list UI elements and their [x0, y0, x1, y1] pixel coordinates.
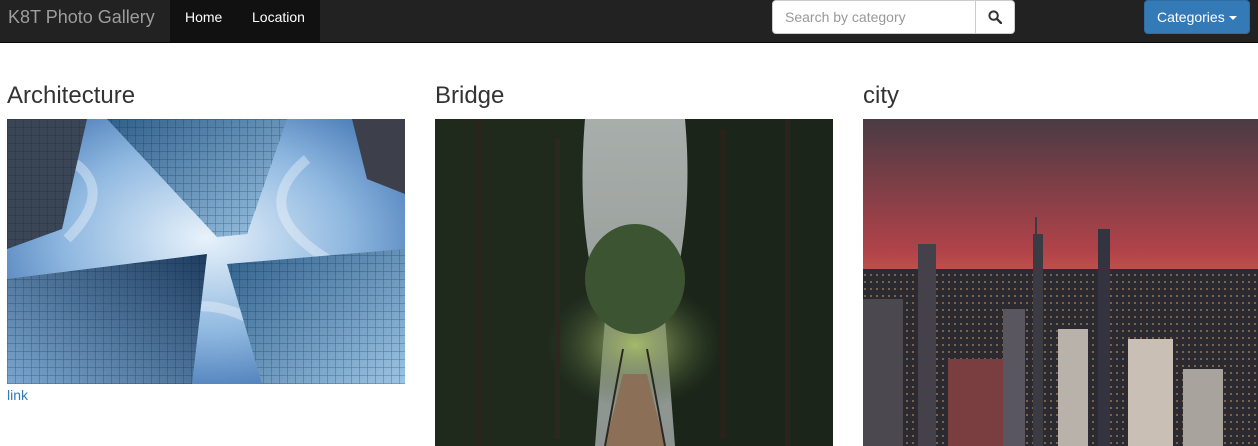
search-input[interactable] — [772, 0, 976, 34]
photo-architecture[interactable] — [7, 119, 405, 384]
card-title-architecture: Architecture — [7, 82, 136, 109]
nav-item-location[interactable]: Location — [238, 0, 320, 42]
card-title-bridge: Bridge — [435, 82, 505, 109]
top-navbar: K8T Photo Gallery Home Location Categori… — [0, 0, 1258, 43]
photo-bridge[interactable] — [435, 119, 833, 446]
categories-dropdown-button[interactable]: Categories — [1144, 0, 1250, 34]
card-title-city: city — [863, 82, 899, 109]
search-icon — [988, 10, 1002, 24]
categories-label: Categories — [1157, 9, 1225, 25]
caret-down-icon — [1228, 16, 1237, 21]
nav-item-home[interactable]: Home — [170, 0, 238, 42]
architecture-link[interactable]: link — [7, 387, 28, 403]
photo-city[interactable] — [863, 119, 1258, 446]
search-button[interactable] — [975, 0, 1015, 34]
architecture-image — [7, 119, 405, 384]
city-image — [863, 119, 1258, 446]
brand-title[interactable]: K8T Photo Gallery — [8, 8, 155, 26]
bridge-image — [435, 119, 833, 446]
